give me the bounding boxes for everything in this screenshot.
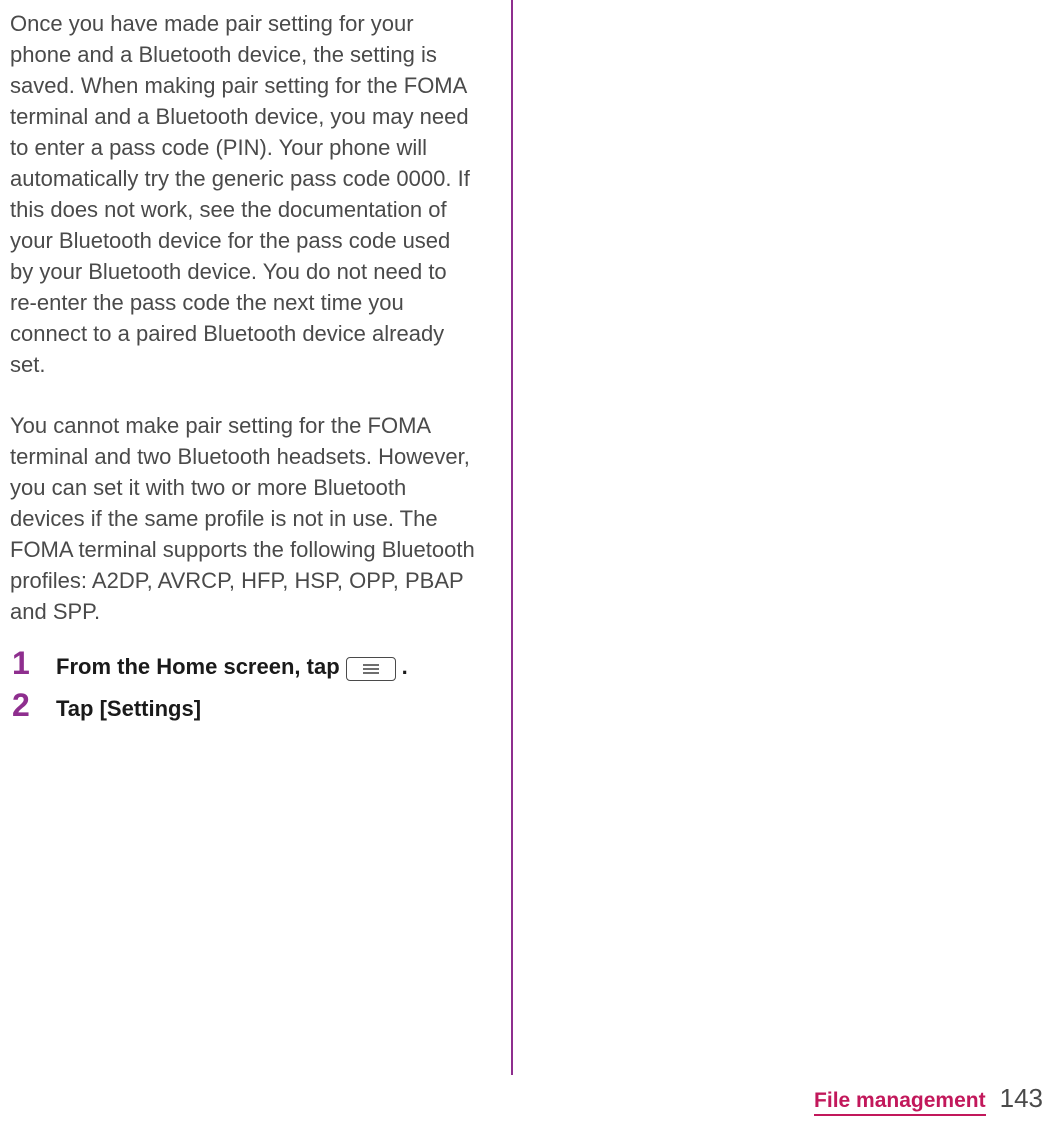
- step-text-post: .: [402, 651, 408, 683]
- footer-section-label: File management: [814, 1089, 986, 1116]
- column-divider: [511, 0, 513, 1075]
- right-column: [508, 0, 1063, 1075]
- step-number: 2: [12, 687, 56, 723]
- page-footer: File management 143: [814, 1083, 1043, 1116]
- left-column: Once you have made pair setting for your…: [0, 0, 508, 1075]
- step-text-pre: From the Home screen, tap: [56, 651, 340, 683]
- step-1: 1 From the Home screen, tap .: [12, 645, 478, 683]
- menu-key-icon: [346, 657, 396, 681]
- step-2: 2 Tap [Settings]: [12, 687, 478, 725]
- paragraph-profile-info: You cannot make pair setting for the FOM…: [10, 410, 478, 627]
- step-instruction: From the Home screen, tap .: [56, 651, 408, 683]
- steps-list: 1 From the Home screen, tap . 2: [10, 645, 478, 725]
- step-number: 1: [12, 645, 56, 681]
- step-text-pre: Tap [Settings]: [56, 693, 201, 725]
- page-container: Once you have made pair setting for your…: [0, 0, 1063, 1075]
- step-instruction: Tap [Settings]: [56, 693, 201, 725]
- paragraph-pairing-info: Once you have made pair setting for your…: [10, 8, 478, 380]
- footer-page-number: 143: [1000, 1083, 1043, 1114]
